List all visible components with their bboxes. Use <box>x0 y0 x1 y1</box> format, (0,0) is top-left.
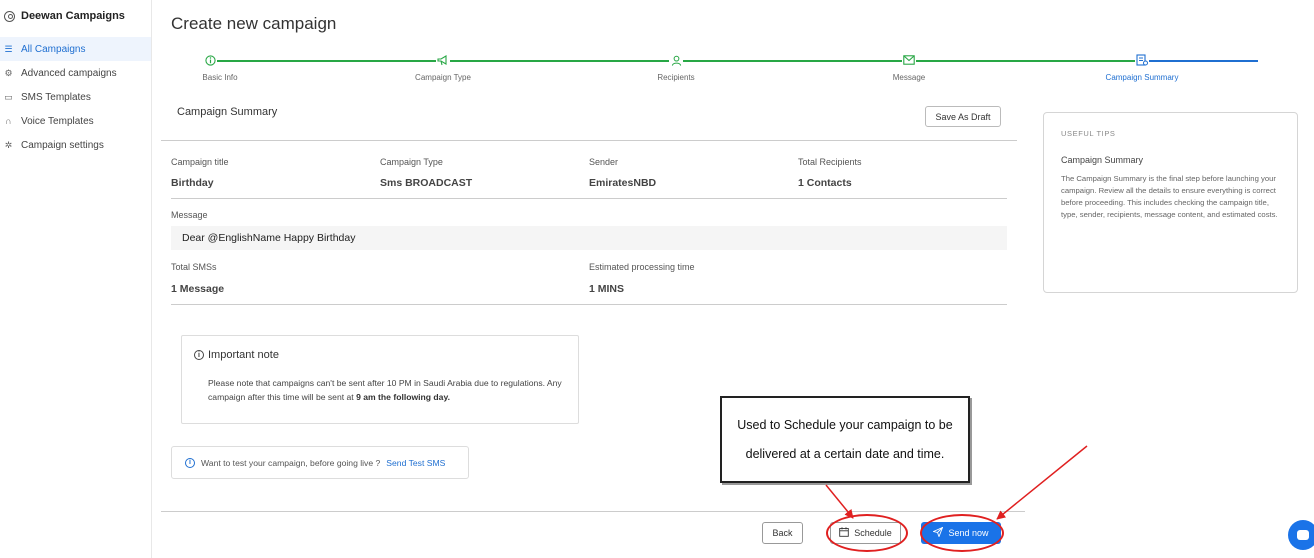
annotation-arrows <box>825 445 1088 520</box>
chat-icon <box>1297 530 1309 540</box>
chat-button[interactable] <box>1288 520 1314 550</box>
arrow-to-send <box>996 445 1088 520</box>
arrow-to-schedule <box>825 484 854 519</box>
